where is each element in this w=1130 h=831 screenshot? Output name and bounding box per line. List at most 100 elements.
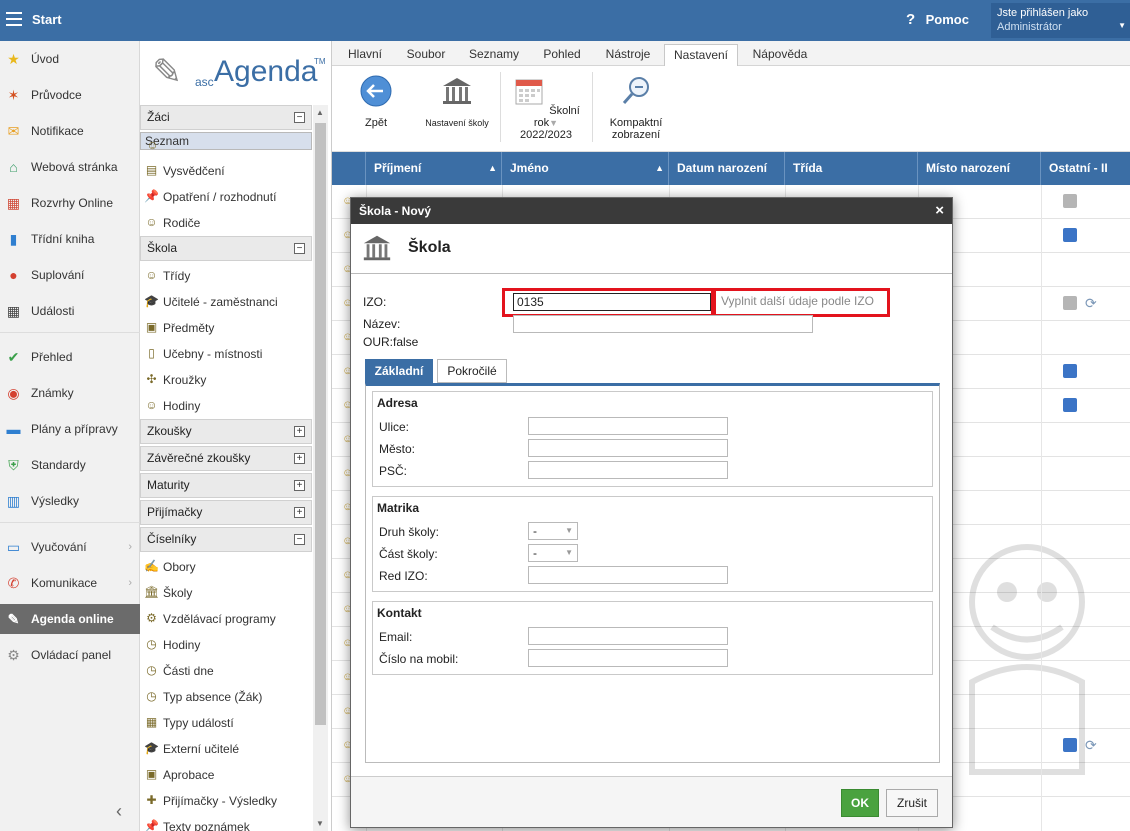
column-header[interactable]: Místo narození — [918, 152, 1041, 185]
nav-rozvrhy-online[interactable]: ▦ Rozvrhy Online — [0, 188, 140, 218]
expand-icon[interactable]: + — [294, 507, 305, 518]
nav-standardy[interactable]: ⛨ Standardy — [0, 450, 140, 480]
start-link[interactable]: Start — [32, 12, 62, 27]
back-button[interactable]: Zpět — [354, 74, 398, 129]
name-input[interactable] — [513, 315, 813, 333]
ok-button[interactable]: OK — [841, 789, 879, 817]
collapse-icon[interactable]: − — [294, 112, 305, 123]
tab-seznamy[interactable]: Seznamy — [459, 44, 529, 66]
tree-item[interactable]: 🏛 Školy — [140, 580, 312, 606]
column-header[interactable]: Příjmení ▲ — [366, 152, 502, 185]
tree-group[interactable]: Škola − — [140, 236, 312, 261]
expand-icon[interactable]: + — [294, 480, 305, 491]
cancel-button[interactable]: Zrušit — [886, 789, 938, 817]
tab-hlavní[interactable]: Hlavní — [336, 44, 394, 66]
tree-group[interactable]: Žáci − — [140, 105, 312, 130]
tree-item[interactable]: ◷ Části dne — [140, 658, 312, 684]
tree-item[interactable]: ☺ Rodiče — [140, 210, 312, 236]
tree-item[interactable]: ✍ Obory — [140, 554, 312, 580]
mobile-input[interactable] — [528, 649, 728, 667]
tree-item[interactable]: ✣ Kroužky — [140, 367, 312, 393]
fill-by-izo-link[interactable]: Vyplnit další údaje podle IZO — [721, 294, 874, 308]
tree-item[interactable]: 🎓 Externí učitelé — [140, 736, 312, 762]
nav-ovladaci-panel[interactable]: ⚙ Ovládací panel — [0, 640, 140, 670]
collapse-icon[interactable]: − — [294, 243, 305, 254]
nav-udalosti[interactable]: ▦ Události — [0, 296, 140, 326]
street-input[interactable] — [528, 417, 728, 435]
expand-icon[interactable]: + — [294, 426, 305, 437]
nav-agenda-online[interactable]: ✎ Agenda online — [0, 604, 140, 634]
nav-suplovani[interactable]: ● Suplování — [0, 260, 140, 290]
tree-item[interactable]: ⚙ Vzdělávací programy — [140, 606, 312, 632]
school-type-select[interactable]: - ▼ — [528, 522, 578, 540]
column-header[interactable]: Ostatní - II — [1041, 152, 1130, 185]
tab-soubor[interactable]: Soubor — [397, 44, 455, 66]
collapse-left-icon[interactable]: ‹ — [116, 801, 122, 822]
info-icon[interactable] — [1063, 364, 1077, 378]
document-icon[interactable] — [1063, 296, 1077, 310]
tree-group[interactable]: Přijímačky + — [140, 500, 312, 525]
tree-group[interactable]: Zkoušky + — [140, 419, 312, 444]
tree-item[interactable]: 🎓 Učitelé - zaměstnanci — [140, 289, 312, 315]
izo-input[interactable]: 0135 — [513, 293, 711, 311]
column-header[interactable]: Třída — [785, 152, 918, 185]
red-izo-input[interactable] — [528, 566, 728, 584]
nav-uvod[interactable]: ★ Úvod — [0, 44, 140, 74]
nav-tridni-kniha[interactable]: ▮ Třídní kniha — [0, 224, 140, 254]
nav-webova-stranka[interactable]: ⌂ Webová stránka — [0, 152, 140, 182]
tree-item[interactable]: ▣ Předměty — [140, 315, 312, 341]
user-menu[interactable]: Jste přihlášen jako Administrátor ▼ — [991, 3, 1130, 38]
tree-item[interactable]: ◷ Hodiny — [140, 632, 312, 658]
school-year-dropdown[interactable]: Školní rok▼ 2022/2023 — [510, 74, 582, 141]
scrollbar-thumb[interactable] — [315, 123, 326, 725]
tree-item[interactable]: ◷ Typ absence (Žák) — [140, 684, 312, 710]
tab-nástroje[interactable]: Nástroje — [596, 44, 660, 66]
tree-group[interactable]: Maturity + — [140, 473, 312, 498]
scroll-down-icon[interactable]: ▼ — [316, 819, 324, 828]
tab-pohled[interactable]: Pohled — [533, 44, 591, 66]
nav-notifikace[interactable]: ✉ Notifikace — [0, 116, 140, 146]
column-header[interactable]: Datum narození — [669, 152, 785, 185]
tree-item[interactable]: ☺ Třídy — [140, 263, 312, 289]
info-icon[interactable] — [1063, 228, 1077, 242]
tab-nápověda[interactable]: Nápověda — [746, 44, 814, 66]
city-input[interactable] — [528, 439, 728, 457]
close-icon[interactable]: × — [935, 198, 944, 224]
tree-item[interactable]: ☺ Seznam — [140, 132, 312, 152]
tree-item[interactable]: ▦ Typy událostí — [140, 710, 312, 736]
tree-item[interactable]: ▤ Vysvědčení — [140, 158, 312, 184]
nav-vyucovani[interactable]: ▭ Vyučování › — [0, 532, 140, 562]
nav-pruvodce[interactable]: ✶ Průvodce — [0, 80, 140, 110]
info-icon[interactable] — [1063, 398, 1077, 412]
tree-item[interactable]: 📌 Opatření / rozhodnutí — [140, 184, 312, 210]
tree-group[interactable]: Závěrečné zkoušky + — [140, 446, 312, 471]
tree-group[interactable]: Číselníky − — [140, 527, 312, 552]
tree-item[interactable]: 📌 Texty poznámek — [140, 814, 312, 831]
help-button[interactable]: ? Pomoc — [906, 11, 969, 28]
tree-item[interactable]: ▣ Aprobace — [140, 762, 312, 788]
compact-view-button[interactable]: Kompaktní zobrazení — [600, 74, 672, 141]
nav-znamky[interactable]: ◉ Známky — [0, 378, 140, 408]
scroll-up-icon[interactable]: ▲ — [316, 108, 324, 117]
collapse-icon[interactable]: − — [294, 534, 305, 545]
column-header[interactable]: Jméno ▲ — [502, 152, 669, 185]
tree-scrollbar[interactable]: ▲ ▼ — [313, 105, 328, 831]
email-input[interactable] — [528, 627, 728, 645]
expand-icon[interactable]: + — [294, 453, 305, 464]
zip-input[interactable] — [528, 461, 728, 479]
hamburger-menu-icon[interactable] — [6, 12, 22, 26]
tree-item[interactable]: ▯ Učebny - místnosti — [140, 341, 312, 367]
nav-plany[interactable]: ▬ Plány a přípravy — [0, 414, 140, 444]
nav-komunikace[interactable]: ✆ Komunikace › — [0, 568, 140, 598]
school-settings-button[interactable]: Nastavení školy — [420, 74, 494, 129]
tab-pokrocile[interactable]: Pokročilé — [437, 359, 507, 383]
refresh-icon[interactable]: ⟳ — [1085, 296, 1099, 310]
nav-prehled[interactable]: ✔ Přehled — [0, 342, 140, 372]
tab-zakladni[interactable]: Základní — [365, 359, 433, 383]
school-part-select[interactable]: - ▼ — [528, 544, 578, 562]
tab-nastavení[interactable]: Nastavení — [664, 44, 738, 66]
tree-item[interactable]: ✚ Přijímačky - Výsledky — [140, 788, 312, 814]
nav-vysledky[interactable]: ▥ Výsledky — [0, 486, 140, 516]
document-icon[interactable] — [1063, 194, 1077, 208]
tree-item[interactable]: ☺ Hodiny — [140, 393, 312, 419]
